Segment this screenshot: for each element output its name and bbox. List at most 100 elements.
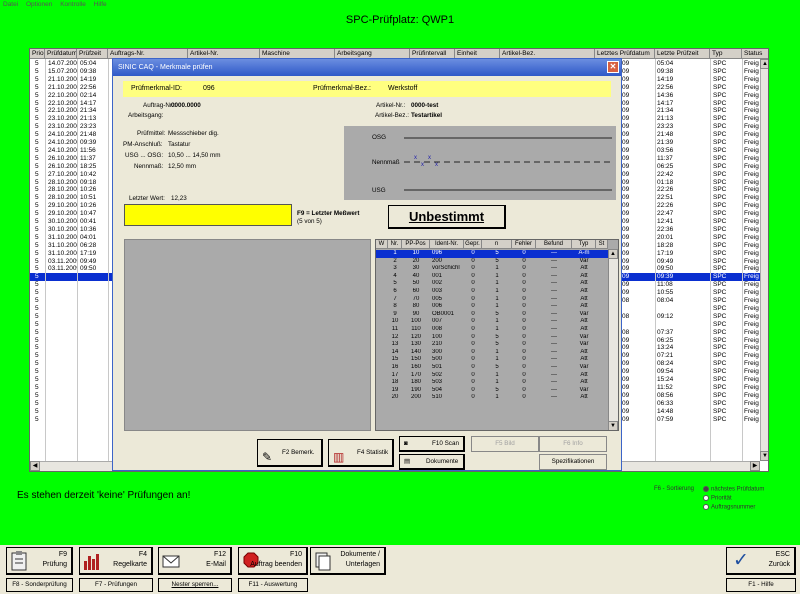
- close-icon[interactable]: ✕: [607, 61, 619, 73]
- f4-statistik-button[interactable]: ▥ F4 Statistik: [328, 439, 394, 467]
- result-scroll-down-icon[interactable]: ▼: [608, 421, 618, 430]
- list-item[interactable]: 11 110 008 0 1 0 --- Att: [376, 326, 608, 334]
- table-cell: 14:17: [80, 99, 97, 107]
- table-cell: 5: [35, 146, 39, 154]
- f12-email-button[interactable]: F12 E-Mail: [158, 547, 232, 575]
- dokumente-unterlagen-button[interactable]: Dokumente / Unterlagen: [310, 547, 386, 575]
- table-cell: 09: [622, 115, 630, 123]
- table-cell: 29.10.2009: [48, 202, 78, 210]
- menu-optionen[interactable]: Optionen: [26, 1, 52, 8]
- table-cell: 09: [622, 194, 630, 202]
- table-cell: 23.10.2009: [48, 123, 78, 131]
- f8-sonderpruefung-button[interactable]: F8 - Sonderprüfung: [6, 578, 73, 592]
- column-divider: [742, 59, 743, 461]
- list-item[interactable]: 19 190 504 0 5 0 --- Var: [376, 386, 608, 395]
- f10-auftrag-beenden-button[interactable]: F10 Auftrag beenden: [238, 547, 308, 575]
- scroll-left-icon[interactable]: ◀: [30, 461, 40, 471]
- menu-hilfe[interactable]: Hilfe: [94, 1, 107, 8]
- f4-regelkarte-button[interactable]: F4 Regelkarte: [79, 547, 153, 575]
- list-item[interactable]: 16 160 501 0 5 0 --- Var: [376, 364, 608, 372]
- list-cell: 096: [432, 250, 443, 256]
- list-item[interactable]: 18 180 503 0 1 0 --- Att: [376, 379, 608, 387]
- result-header-cell[interactable]: Befund: [536, 240, 572, 249]
- sort-option-prioritaet[interactable]: Priorität: [703, 495, 732, 502]
- table-header-cell[interactable]: Typ: [710, 49, 742, 59]
- list-cell: 4: [393, 272, 397, 279]
- sort-option-pruefdatum[interactable]: nächstes Prüfdatum: [703, 486, 764, 493]
- f6-info-button[interactable]: F6 Info: [539, 436, 607, 452]
- list-item[interactable]: 13 130 210 0 5 0 --- Var: [376, 341, 608, 349]
- table-cell: 26.10.2009: [48, 154, 78, 162]
- result-scrollbar[interactable]: ▲ ▼: [608, 249, 618, 430]
- result-scroll-up-icon[interactable]: ▲: [608, 249, 618, 259]
- f9-pruefung-button[interactable]: F9 Prüfung: [6, 547, 73, 575]
- list-cell: 5: [495, 257, 499, 264]
- table-cell: SPC: [713, 265, 727, 273]
- f2-bemerkung-button[interactable]: ✎ F2 Bemerk.: [257, 439, 323, 467]
- merkmal-list-table[interactable]: W Nr. PP-Pos Ident-Nr. Gepr. n Fehler Befund Typ…: [375, 239, 619, 431]
- result-header-cell[interactable]: Fehler: [512, 240, 536, 249]
- list-item[interactable]: 2 20 200 0 5 0 --- Var: [376, 257, 608, 266]
- menu-datei[interactable]: Datei: [3, 1, 18, 8]
- list-item[interactable]: 3 30 vorSchichl 0 1 0 --- Att: [376, 265, 608, 273]
- result-header-cell[interactable]: n: [482, 240, 512, 249]
- scroll-up-icon[interactable]: ▲: [760, 59, 768, 69]
- f5-bild-button[interactable]: F5 Bild: [471, 436, 539, 452]
- nester-sperren-button[interactable]: Nester sperren...: [158, 578, 232, 592]
- result-header-cell[interactable]: St: [596, 240, 608, 249]
- list-item[interactable]: 8 80 006 0 1 0 --- Att: [376, 303, 608, 311]
- spezifikationen-button[interactable]: Spezifikationen: [539, 454, 607, 470]
- menu-kontrolle[interactable]: Kontrolle: [60, 1, 86, 8]
- list-item[interactable]: 1 10 096 0 5 0 --- A-m: [376, 250, 608, 258]
- table-cell: Freig: [744, 281, 759, 289]
- list-item[interactable]: 20 200 510 0 1 0 --- Att: [376, 394, 608, 402]
- vertical-scrollbar[interactable]: ▲ ▼: [760, 59, 768, 461]
- list-cell: 1: [495, 288, 499, 294]
- list-item[interactable]: 10 100 007 0 1 0 --- Att: [376, 318, 608, 326]
- list-cell: 70: [412, 295, 420, 302]
- list-item[interactable]: 4 40 001 0 1 0 --- Att: [376, 272, 608, 281]
- list-item[interactable]: 17 170 502 0 1 0 --- Att: [376, 371, 608, 380]
- sort-option-auftragsnummer[interactable]: Auftragsnummer: [703, 504, 755, 511]
- list-item[interactable]: 12 120 100 0 5 0 --- Var: [376, 333, 608, 342]
- list-cell: 0: [522, 288, 526, 294]
- list-item[interactable]: 5 50 002 0 1 0 --- Att: [376, 280, 608, 288]
- scroll-right-icon[interactable]: ▶: [750, 461, 760, 471]
- table-cell: 07:37: [657, 328, 674, 336]
- scroll-down-icon[interactable]: ▼: [760, 451, 768, 461]
- table-header-cell[interactable]: Prio: [30, 49, 45, 59]
- table-cell: 5: [35, 241, 39, 249]
- result-header-cell[interactable]: Ident-Nr.: [430, 240, 464, 249]
- list-item[interactable]: 15 150 500 0 1 0 --- Att: [376, 356, 608, 364]
- result-header-cell[interactable]: PP-Pos: [402, 240, 430, 249]
- list-item[interactable]: 6 60 003 0 1 0 --- Att: [376, 288, 608, 296]
- messwert-input[interactable]: [124, 204, 292, 226]
- list-cell: 0: [522, 348, 526, 355]
- dokumente-button[interactable]: ▤ Dokumente: [399, 454, 465, 470]
- table-header-cell[interactable]: Prüfdatum: [45, 49, 77, 59]
- table-cell: 09: [622, 399, 630, 407]
- table-cell: SPC: [713, 178, 727, 186]
- result-header-cell[interactable]: Nr.: [388, 240, 402, 249]
- f10-scan-button[interactable]: ◙ F10 Scan: [399, 436, 465, 452]
- list-item[interactable]: 7 70 005 0 1 0 --- Att: [376, 295, 608, 304]
- table-header-cell[interactable]: Prüfzeit: [77, 49, 108, 59]
- f11-auswertung-button[interactable]: F11 - Auswertung: [238, 578, 308, 592]
- list-item[interactable]: 14 140 300 0 1 0 --- Att: [376, 348, 608, 357]
- table-header-cell[interactable]: Letzte Prüfzeit: [655, 49, 710, 59]
- table-header-cell[interactable]: Status: [742, 49, 768, 59]
- f1-hilfe-button[interactable]: F1 - Hilfe: [726, 578, 796, 592]
- result-header-cell[interactable]: Gepr.: [464, 240, 482, 249]
- list-cell: Att: [580, 348, 588, 355]
- result-header-cell[interactable]: W: [376, 240, 388, 249]
- table-cell: 09: [622, 186, 630, 194]
- list-item[interactable]: 9 90 OB0001 0 5 0 --- Var: [376, 310, 608, 319]
- f7-pruefungen-button[interactable]: F7 - Prüfungen: [79, 578, 153, 592]
- table-cell: 03.11.2009: [48, 265, 78, 273]
- result-header-cell[interactable]: Typ: [572, 240, 596, 249]
- table-cell: SPC: [713, 383, 727, 391]
- table-cell: 10:26: [80, 186, 97, 194]
- merkmale-pruefen-dialog[interactable]: SINIC CAQ - Merkmale prüfen ✕ Prüfmerkma…: [112, 58, 622, 471]
- esc-zurueck-button[interactable]: ✓ ESC Zurück: [726, 547, 796, 575]
- list-cell: 170: [410, 371, 421, 378]
